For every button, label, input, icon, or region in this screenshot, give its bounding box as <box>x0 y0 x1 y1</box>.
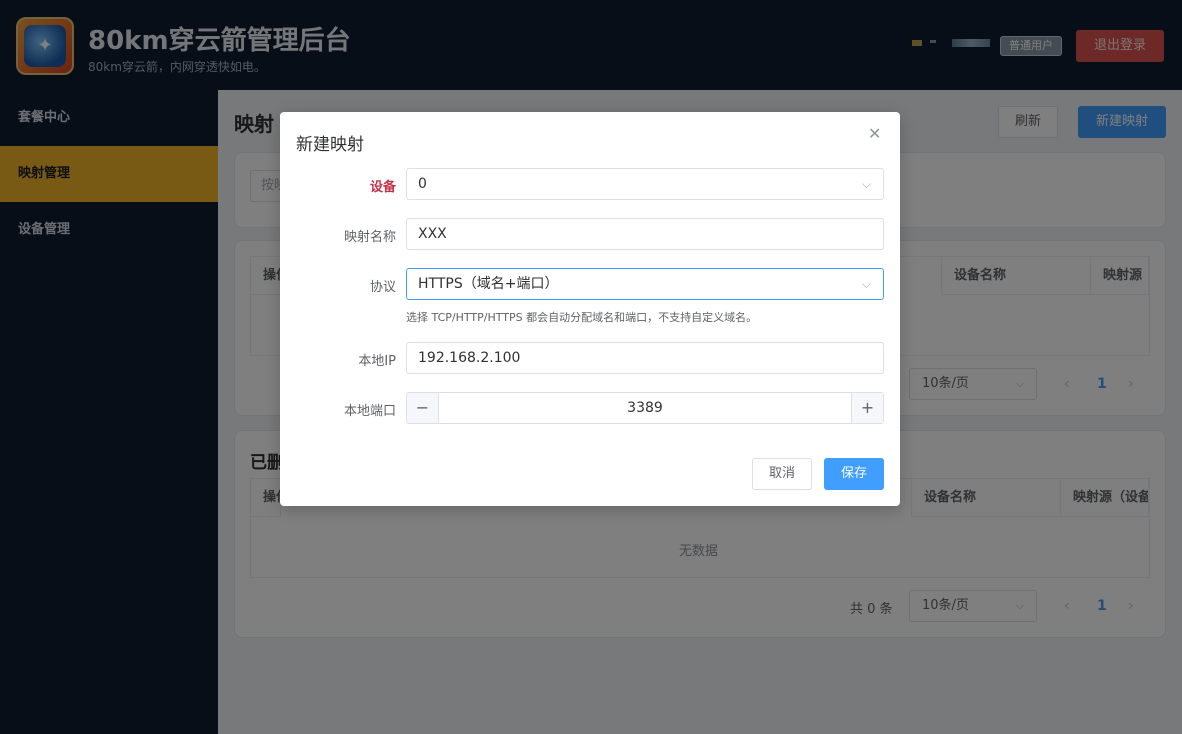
chevron-down-icon: ⌵ <box>861 177 871 191</box>
local-port-label: 本地端口 <box>343 404 396 419</box>
increment-button[interactable]: + <box>851 393 883 423</box>
chevron-down-icon: ⌵ <box>861 277 871 291</box>
cancel-button[interactable]: 取消 <box>752 458 812 490</box>
protocol-hint: 选择 TCP/HTTP/HTTPS 都会自动分配域名和端口，不支持自定义域名。 <box>406 311 758 324</box>
mapping-name-label: 映射名称 <box>343 230 396 245</box>
device-select[interactable]: 0 ⌵ <box>406 168 884 200</box>
dialog-title: 新建映射 <box>296 135 364 155</box>
device-label: 设备 <box>369 180 396 195</box>
local-ip-label: 本地IP <box>358 354 396 369</box>
protocol-label: 协议 <box>369 280 396 295</box>
mapping-name-input[interactable]: XXX <box>406 218 884 250</box>
new-mapping-dialog: 新建映射 ✕ 设备 0 ⌵ 映射名称 XXX 协议 HTTPS（域名+端口） ⌵ 选… <box>280 112 900 506</box>
protocol-select[interactable]: HTTPS（域名+端口） ⌵ <box>406 268 884 300</box>
local-port-stepper: − 3389 + <box>406 392 884 424</box>
save-button[interactable]: 保存 <box>824 458 884 490</box>
local-ip-input[interactable]: 192.168.2.100 <box>406 342 884 374</box>
decrement-button[interactable]: − <box>407 393 439 423</box>
close-icon[interactable]: ✕ <box>868 124 881 143</box>
local-port-input[interactable]: 3389 <box>439 393 851 423</box>
